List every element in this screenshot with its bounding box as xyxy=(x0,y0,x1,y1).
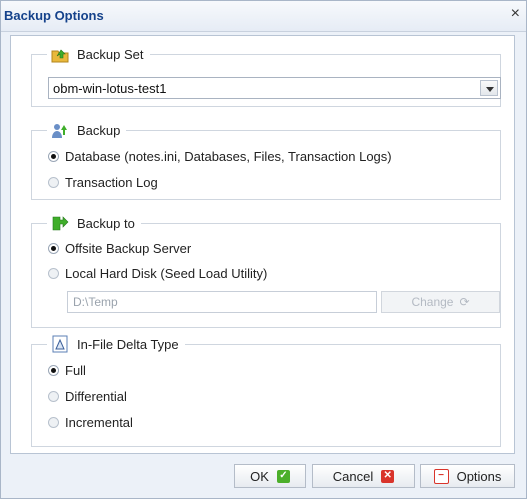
radio-label: Local Hard Disk (Seed Load Utility) xyxy=(65,266,268,281)
dialog-body: Backup Set obm-win-lotus-test1 Backup Da… xyxy=(10,35,515,454)
close-x-icon: ✕ xyxy=(381,469,395,483)
change-button[interactable]: Change ⟳ xyxy=(381,291,500,313)
radio-label: Offsite Backup Server xyxy=(65,241,192,256)
backup-set-select[interactable]: obm-win-lotus-test1 xyxy=(48,77,501,99)
cancel-button[interactable]: Cancel ✕ xyxy=(312,464,415,488)
radio-differential[interactable]: Differential xyxy=(48,389,127,404)
title-bar: Backup Options × xyxy=(1,1,526,32)
chevron-down-icon[interactable] xyxy=(480,80,498,96)
close-icon[interactable]: × xyxy=(511,5,520,23)
radio-label: Transaction Log xyxy=(65,175,158,190)
radio-button[interactable] xyxy=(48,243,59,254)
backup-legend: Backup xyxy=(47,121,127,139)
radio-button[interactable] xyxy=(48,268,59,279)
delta-label: In-File Delta Type xyxy=(77,336,179,352)
radio-button[interactable] xyxy=(48,365,59,376)
folder-up-icon xyxy=(51,45,69,63)
minus-icon: − xyxy=(433,468,449,484)
radio-transaction-log[interactable]: Transaction Log xyxy=(48,175,158,190)
radio-database[interactable]: Database (notes.ini, Databases, Files, T… xyxy=(48,149,392,164)
cancel-label: Cancel xyxy=(332,468,374,484)
backup-set-legend: Backup Set xyxy=(47,45,150,63)
backup-set-label: Backup Set xyxy=(77,46,144,62)
delta-doc-icon xyxy=(51,335,69,353)
radio-button[interactable] xyxy=(48,177,59,188)
backup-label: Backup xyxy=(77,122,121,138)
options-label: Options xyxy=(456,468,502,484)
backup-set-value: obm-win-lotus-test1 xyxy=(53,81,167,96)
change-label: Change xyxy=(411,295,454,309)
radio-label: Incremental xyxy=(65,415,133,430)
local-path-input[interactable]: D:\Temp xyxy=(67,291,377,313)
radio-local-disk[interactable]: Local Hard Disk (Seed Load Utility) xyxy=(48,266,267,281)
radio-incremental[interactable]: Incremental xyxy=(48,415,133,430)
delta-legend: In-File Delta Type xyxy=(47,335,185,353)
radio-label: Full xyxy=(65,363,86,378)
person-upload-icon xyxy=(51,121,69,139)
checkmark-icon: ✓ xyxy=(276,469,290,483)
radio-offsite-server[interactable]: Offsite Backup Server xyxy=(48,241,191,256)
radio-button[interactable] xyxy=(48,417,59,428)
ok-label: OK xyxy=(250,468,269,484)
backup-to-legend: Backup to xyxy=(47,214,141,232)
backup-to-label: Backup to xyxy=(77,215,135,231)
radio-full[interactable]: Full xyxy=(48,363,86,378)
radio-label: Differential xyxy=(65,389,127,404)
backup-group: Backup Database (notes.ini, Databases, F… xyxy=(11,116,514,202)
options-button[interactable]: − Options xyxy=(420,464,515,488)
radio-button[interactable] xyxy=(48,151,59,162)
refresh-icon: ⟳ xyxy=(459,295,470,309)
radio-label: Database (notes.ini, Databases, Files, T… xyxy=(65,149,392,164)
dialog-title: Backup Options xyxy=(4,8,104,23)
backup-set-group: Backup Set obm-win-lotus-test1 xyxy=(11,36,514,116)
backup-options-dialog: Backup Options × Backup Set obm-win-lotu… xyxy=(0,0,527,499)
backup-to-group: Backup to Offsite Backup Server Local Ha… xyxy=(11,202,514,336)
radio-button[interactable] xyxy=(48,391,59,402)
delta-type-group: In-File Delta Type Full Differential Inc… xyxy=(11,335,514,454)
green-arrow-icon xyxy=(51,214,69,232)
ok-button[interactable]: OK ✓ xyxy=(234,464,306,488)
